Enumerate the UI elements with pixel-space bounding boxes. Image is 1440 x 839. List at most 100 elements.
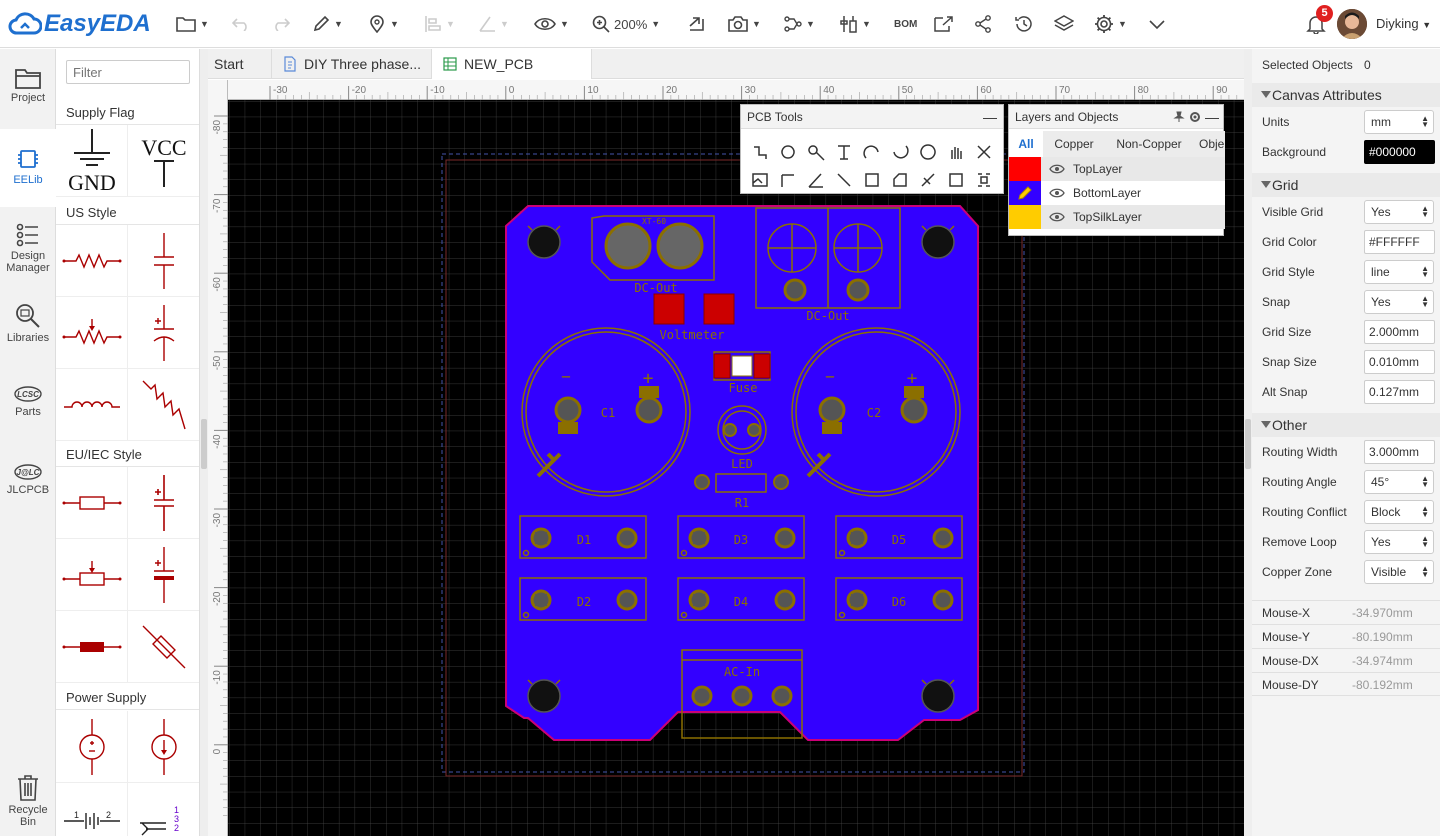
- share-button[interactable]: [974, 12, 992, 36]
- place-button[interactable]: ▼: [368, 12, 399, 36]
- layer-color-swatch[interactable]: [1009, 205, 1041, 229]
- canvas-attributes-section[interactable]: Canvas Attributes: [1252, 83, 1440, 107]
- app-logo[interactable]: EasyEDA: [8, 8, 151, 40]
- circle-tool-button[interactable]: [917, 141, 939, 163]
- arc-center-tool-button[interactable]: [889, 141, 911, 163]
- routing-angle-select[interactable]: 45° ▲ ▼: [1364, 470, 1434, 494]
- solid-tool-button[interactable]: [889, 169, 911, 191]
- minimize-icon[interactable]: —: [1205, 105, 1219, 129]
- filter-input[interactable]: [66, 60, 190, 84]
- symbol-capacitor-eu[interactable]: [128, 467, 199, 539]
- gear-icon[interactable]: [1189, 111, 1201, 123]
- routing-width-field[interactable]: 3.000mm: [1364, 440, 1435, 464]
- image-tool-button[interactable]: [749, 169, 771, 191]
- symbol-varistor-us[interactable]: [128, 369, 199, 441]
- history-button[interactable]: [1014, 12, 1034, 36]
- nav-eelib[interactable]: EELib: [0, 129, 56, 207]
- symbol-polarized-capacitor-eu[interactable]: [128, 539, 199, 611]
- symbol-potentiometer-eu[interactable]: [56, 539, 128, 611]
- symbol-resistor-us[interactable]: [56, 225, 128, 297]
- dimension-tool-button[interactable]: [777, 169, 799, 191]
- layer-row-silk[interactable]: TopSilkLayer: [1009, 205, 1225, 229]
- hand-tool-button[interactable]: [945, 141, 967, 163]
- symbol-connector[interactable]: 132: [128, 783, 199, 836]
- tab-new-pcb[interactable]: NEW_PCB: [432, 49, 592, 79]
- layer-tab-copper[interactable]: Copper: [1043, 131, 1105, 157]
- draw-button[interactable]: ▼: [312, 12, 343, 36]
- right-splitter[interactable]: [1244, 49, 1252, 836]
- cross-tool-button[interactable]: [973, 141, 995, 163]
- grid-color-field[interactable]: #FFFFFF: [1364, 230, 1435, 254]
- bom-button[interactable]: BOM: [894, 12, 917, 36]
- settings-button[interactable]: ▼: [1094, 12, 1127, 36]
- text-tool-button[interactable]: [833, 141, 855, 163]
- nav-design-manager[interactable]: Design Manager: [0, 223, 56, 283]
- track-tool-button[interactable]: [777, 141, 799, 163]
- symbol-fuse-diagonal[interactable]: [128, 611, 199, 683]
- remove-loop-select[interactable]: Yes ▲ ▼: [1364, 530, 1434, 554]
- tab-schematic[interactable]: DIY Three phase...: [272, 49, 432, 79]
- pin-icon[interactable]: [1173, 111, 1185, 123]
- minimize-icon[interactable]: —: [983, 105, 997, 129]
- camera-button[interactable]: ▼: [728, 12, 761, 36]
- export-button[interactable]: [934, 12, 954, 36]
- zoom-button[interactable]: 200% ▼: [592, 12, 660, 36]
- snap-select[interactable]: Yes ▲ ▼: [1364, 290, 1434, 314]
- tab-start[interactable]: Start: [208, 49, 272, 79]
- user-avatar[interactable]: [1337, 9, 1367, 39]
- username[interactable]: Diyking ▼: [1376, 16, 1431, 31]
- select-tool-button[interactable]: [973, 169, 995, 191]
- via-tool-button[interactable]: [805, 141, 827, 163]
- layer-tab-non-copper[interactable]: Non-Copper: [1105, 131, 1193, 157]
- line-tool-button[interactable]: [833, 169, 855, 191]
- layer-color-swatch[interactable]: [1009, 181, 1041, 205]
- import-button[interactable]: [688, 12, 706, 36]
- redo-button[interactable]: [272, 12, 290, 36]
- more-button[interactable]: [1148, 12, 1166, 36]
- symbol-capacitor-us[interactable]: [128, 225, 199, 297]
- grid-section[interactable]: Grid: [1252, 173, 1440, 197]
- nav-project[interactable]: Project: [0, 67, 56, 129]
- eye-icon[interactable]: [1049, 212, 1065, 222]
- tools-button[interactable]: ▼: [840, 12, 871, 36]
- rect-tool-button[interactable]: [945, 169, 967, 191]
- region-tool-button[interactable]: [861, 169, 883, 191]
- left-splitter[interactable]: [200, 49, 208, 836]
- layer-color-swatch[interactable]: [1009, 157, 1041, 181]
- arc-tool-button[interactable]: [861, 141, 883, 163]
- copper-zone-select[interactable]: Visible ▲ ▼: [1364, 560, 1434, 584]
- units-select[interactable]: mm ▲ ▼: [1364, 110, 1434, 134]
- symbol-vcc[interactable]: VCC: [128, 125, 199, 197]
- eye-icon[interactable]: [1049, 188, 1065, 198]
- background-color-field[interactable]: #000000: [1364, 140, 1435, 164]
- connect-tool-button[interactable]: [917, 169, 939, 191]
- layer-tab-all[interactable]: All: [1009, 131, 1043, 157]
- grid-size-field[interactable]: 2.000mm: [1364, 320, 1435, 344]
- nav-libraries[interactable]: Libraries: [0, 303, 56, 347]
- view-button[interactable]: ▼: [534, 12, 569, 36]
- layer-row-top[interactable]: TopLayer: [1009, 157, 1225, 181]
- grid-style-select[interactable]: line ▲ ▼: [1364, 260, 1434, 284]
- alt-snap-field[interactable]: 0.127mm: [1364, 380, 1435, 404]
- symbol-current-source[interactable]: [128, 711, 199, 783]
- symbol-polarized-capacitor-us[interactable]: [128, 297, 199, 369]
- nav-jlcpcb[interactable]: J@LC JLCPCB: [0, 463, 56, 507]
- symbol-inductor-us[interactable]: [56, 369, 128, 441]
- route-button[interactable]: ▼: [784, 12, 815, 36]
- symbol-resistor-eu[interactable]: [56, 467, 128, 539]
- symbol-potentiometer-us[interactable]: [56, 297, 128, 369]
- nav-parts[interactable]: LCSC Parts: [0, 385, 56, 429]
- layer-tab-objects[interactable]: Obje: [1193, 131, 1225, 157]
- undo-button[interactable]: [232, 12, 250, 36]
- snap-size-field[interactable]: 0.010mm: [1364, 350, 1435, 374]
- visible-grid-select[interactable]: Yes ▲ ▼: [1364, 200, 1434, 224]
- symbol-voltage-source[interactable]: [56, 711, 128, 783]
- layer-row-bottom[interactable]: BottomLayer: [1009, 181, 1225, 205]
- symbol-fuse-eu[interactable]: [56, 611, 128, 683]
- folder-button[interactable]: ▼: [176, 12, 209, 36]
- other-section[interactable]: Other: [1252, 413, 1440, 437]
- routing-conflict-select[interactable]: Block ▲ ▼: [1364, 500, 1434, 524]
- align-button[interactable]: ▼: [424, 12, 455, 36]
- wire-tool-button[interactable]: [749, 141, 771, 163]
- layers-button[interactable]: [1054, 12, 1074, 36]
